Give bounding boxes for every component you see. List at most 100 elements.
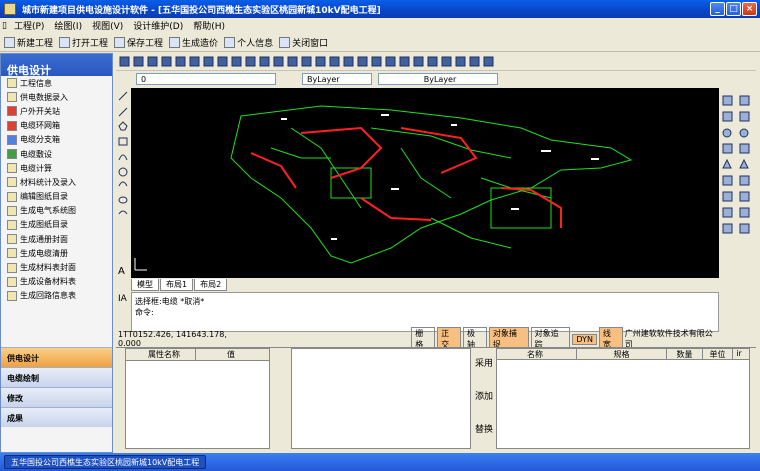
label: 关闭窗口 (292, 39, 329, 49)
cad-toolbar (116, 54, 756, 71)
col-spec: 规格 (577, 349, 667, 359)
lp-item[interactable]: 电缆分支箱 (1, 133, 112, 147)
open-project-button[interactable]: 打开工程 (59, 36, 108, 49)
replace-button[interactable]: 替换 (473, 414, 495, 447)
menu-project[interactable]: 工程(P) (9, 19, 49, 32)
pencil-icon (169, 37, 181, 48)
lp-item[interactable]: 生成电气系统图 (1, 204, 112, 218)
tab-cable-draw[interactable]: 电缆绘制 (1, 367, 112, 387)
drawing-canvas[interactable] (131, 88, 719, 278)
status-bar: 1TT0152.426, 141643.178, 0.000 栅格 正交 极轴 … (116, 327, 720, 351)
menu-view[interactable]: 视图(V) (87, 19, 128, 32)
linetype-select[interactable]: ByLayer (378, 73, 498, 85)
toggle-dyn[interactable]: DYN (572, 333, 597, 345)
lp-item[interactable]: 生成电缆清册 (1, 246, 112, 260)
lp-item[interactable]: 供电数据录入 (1, 90, 112, 104)
cad-tool-icons[interactable] (116, 54, 756, 71)
command-window[interactable]: 选择框:电缆 *取消* 命令: (131, 292, 719, 332)
tab-layout2[interactable]: 布局2 (194, 278, 228, 291)
tab-model[interactable]: 模型 (131, 278, 159, 291)
adopt-button[interactable]: 采用 (473, 348, 495, 381)
lp-item[interactable]: 生成回路信息表 (1, 289, 112, 303)
close-button[interactable]: × (742, 2, 757, 16)
lp-item[interactable]: 电缆计算 (1, 161, 112, 175)
close-window-button[interactable]: 关闭窗口 (279, 36, 328, 49)
left-panel-tabs: 供电设计 电缆绘制 修改 成果 (1, 347, 112, 427)
cad-drawing (134, 105, 633, 271)
item-icon (7, 134, 17, 145)
layout-tabs: 模型 布局1 布局2 (131, 278, 719, 291)
label: 编辑图纸目录 (20, 192, 68, 202)
menu-design-maint[interactable]: 设计维护(D) (128, 19, 188, 32)
col-name: 名称 (497, 349, 577, 359)
left-panel-title: 供电设计 (1, 54, 112, 77)
label: 电缆环网箱 (20, 121, 60, 131)
label: 生成回路信息表 (20, 291, 76, 301)
lp-item[interactable]: 材料统计及录入 (1, 175, 112, 189)
item-icon (7, 177, 17, 188)
lp-item[interactable]: 编辑图纸目录 (1, 190, 112, 204)
col-unit: 单位 (703, 349, 733, 359)
item-icon (7, 191, 17, 202)
item-icon (7, 290, 17, 301)
draw-toolbar: A IA (116, 88, 130, 348)
save-project-button[interactable]: 保存工程 (114, 36, 163, 49)
taskbar-window-button[interactable]: 五华国投公司西樵生态实验区桃园新城10kV配电工程 (4, 455, 207, 469)
label: 替换 (474, 425, 493, 435)
tab-results[interactable]: 成果 (1, 407, 112, 427)
menu-help[interactable]: 帮助(H) (188, 19, 230, 32)
label: 添加 (474, 392, 493, 402)
property-header: 属性名称 值 (126, 349, 269, 361)
folder-icon (59, 37, 71, 48)
item-icon (7, 163, 17, 174)
lp-item[interactable]: 生成通册封面 (1, 232, 112, 246)
modify-tool-icons[interactable] (720, 88, 754, 348)
user-icon (224, 37, 236, 48)
minimize-button[interactable]: _ (710, 2, 725, 16)
color-select[interactable]: ByLayer (302, 73, 372, 85)
lp-item[interactable]: 生成设备材料表 (1, 275, 112, 289)
label: 生成图纸目录 (20, 220, 68, 230)
tab-modify[interactable]: 修改 (1, 387, 112, 407)
menu-bar: ▯ 工程(P) 绘图(I) 视图(V) 设计维护(D) 帮助(H) (0, 18, 760, 33)
draw-tool-icons[interactable]: A IA (116, 88, 130, 348)
label: 生成材料表封面 (20, 263, 76, 273)
label: 供电数据录入 (20, 92, 68, 102)
add-button[interactable]: 添加 (473, 381, 495, 414)
label: 新建工程 (17, 39, 54, 49)
lp-item[interactable]: 户外开关站 (1, 104, 112, 118)
label: 生成设备材料表 (20, 277, 76, 287)
tab-power-design[interactable]: 供电设计 (1, 347, 112, 367)
new-icon (4, 37, 15, 48)
coords-readout: 1TT0152.426, 141643.178, 0.000 (118, 330, 227, 348)
cmd-line-2: 命令: (135, 308, 154, 317)
doc-icon: ▯ (2, 20, 7, 31)
tab-layout1[interactable]: 布局1 (160, 278, 194, 291)
item-icon (7, 276, 17, 287)
generate-cost-button[interactable]: 生成造价 (169, 36, 218, 49)
layer-select[interactable]: 0 (136, 73, 276, 85)
label: 生成造价 (182, 39, 219, 49)
item-icon (7, 219, 17, 230)
lp-item[interactable]: 电缆敷设 (1, 147, 112, 161)
item-icon (7, 78, 17, 89)
left-panel-items: 工程信息 供电数据录入 户外开关站 电缆环网箱 电缆分支箱 电缆敷设 电缆计算 … (1, 76, 112, 303)
item-icon (7, 120, 17, 131)
lp-item[interactable]: 电缆环网箱 (1, 119, 112, 133)
menu-draw[interactable]: 绘图(I) (49, 19, 87, 32)
item-icon (7, 205, 17, 216)
lp-item[interactable]: 生成材料表封面 (1, 260, 112, 274)
title-bar: 城市新建项目供电设施设计软件 - [五华国投公司西樵生态实验区桃园新城10kV配… (0, 0, 760, 18)
label: 采用 (474, 359, 493, 369)
label: 材料统计及录入 (20, 177, 76, 187)
close-window-icon (279, 37, 291, 48)
new-project-button[interactable]: 新建工程 (4, 36, 53, 49)
lp-item[interactable]: 生成图纸目录 (1, 218, 112, 232)
personal-info-button[interactable]: 个人信息 (224, 36, 273, 49)
modify-toolbar (720, 88, 754, 348)
maximize-button[interactable]: □ (726, 2, 741, 16)
preview-area (291, 348, 471, 449)
window-title: 城市新建项目供电设施设计软件 - [五华国投公司西樵生态实验区桃园新城10kV配… (22, 5, 381, 16)
lp-item[interactable]: 工程信息 (1, 76, 112, 90)
svg-text:A: A (118, 266, 125, 277)
